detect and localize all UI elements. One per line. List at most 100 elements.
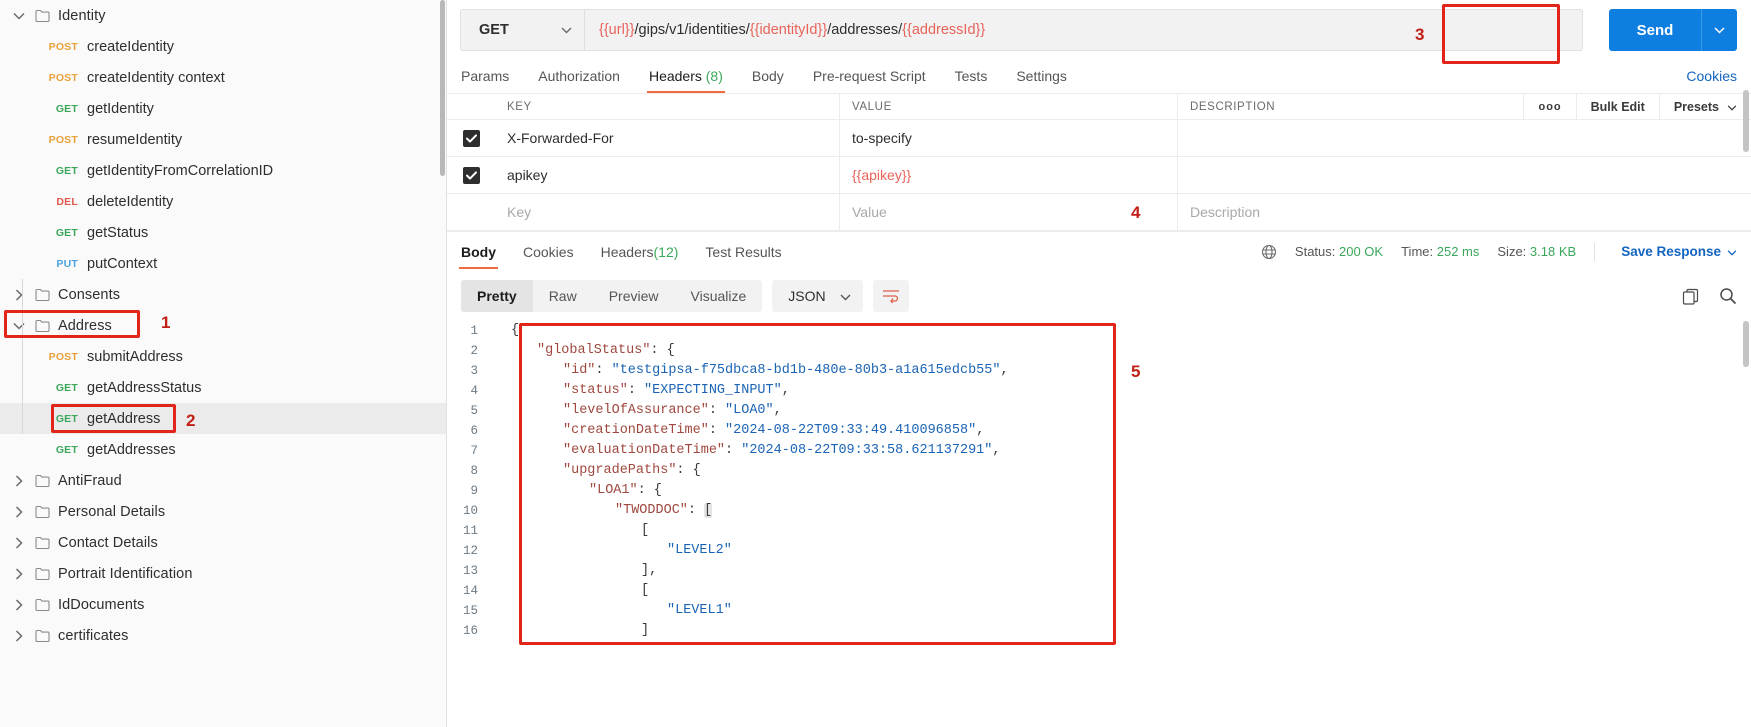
send-button[interactable]: Send — [1609, 9, 1701, 51]
response-tab-headers[interactable]: Headers (12) — [601, 232, 679, 271]
folder-label: IdDocuments — [58, 596, 145, 613]
format-selector[interactable]: JSON — [772, 280, 863, 312]
collection-sidebar[interactable]: Identity POST createIdentity POST createIden… — [0, 0, 447, 727]
json-line: 4 "status": "EXPECTING_INPUT", — [447, 381, 1751, 401]
sidebar-request-getaddresses[interactable]: GET getAddresses — [0, 434, 446, 465]
view-mode-raw[interactable]: Raw — [533, 280, 593, 312]
view-mode-preview[interactable]: Preview — [593, 280, 675, 312]
sidebar-folder-portrait-identification[interactable]: Portrait Identification — [0, 558, 446, 589]
sidebar-request-getaddressstatus[interactable]: GET getAddressStatus — [0, 372, 446, 403]
chevron-right-icon[interactable] — [8, 474, 30, 487]
chevron-right-icon[interactable] — [8, 288, 30, 301]
sidebar-request-submitaddress[interactable]: POST submitAddress — [0, 341, 446, 372]
sidebar-folder-antifraud[interactable]: AntiFraud — [0, 465, 446, 496]
sidebar-request-resumeidentity[interactable]: POST resumeIdentity — [0, 124, 446, 155]
json-punct: , — [976, 423, 985, 438]
request-method-badge: GET — [55, 381, 78, 394]
chevron-right-icon[interactable] — [8, 567, 30, 580]
response-tab-test-results[interactable]: Test Results — [705, 232, 781, 271]
bulk-edit-button[interactable]: Bulk Edit — [1575, 94, 1659, 119]
request-method-badge: PUT — [56, 257, 78, 270]
sidebar-request-getaddress[interactable]: GET getAddress — [0, 403, 446, 434]
json-key: "evaluationDateTime" — [563, 443, 726, 458]
view-mode-pretty[interactable]: Pretty — [461, 280, 533, 312]
chevron-right-icon[interactable] — [8, 598, 30, 611]
sidebar-folder-certificates[interactable]: certificates — [0, 620, 446, 651]
sidebar-scrollbar[interactable] — [440, 0, 445, 176]
sidebar-request-getstatus[interactable]: GET getStatus — [0, 217, 446, 248]
response-tab-body[interactable]: Body — [459, 232, 498, 271]
header-value-cell[interactable]: Value — [840, 194, 1178, 230]
json-line-content: "upgradePaths": { — [490, 461, 701, 481]
meta-divider — [1594, 242, 1596, 261]
header-enabled-checkbox[interactable] — [462, 166, 480, 184]
header-enabled-checkbox[interactable] — [462, 129, 480, 147]
response-tab-cookies[interactable]: Cookies — [523, 232, 574, 271]
line-number: 3 — [470, 364, 478, 378]
header-key-cell[interactable]: X-Forwarded-For — [495, 120, 840, 156]
sidebar-request-createidentity[interactable]: POST createIdentity — [0, 31, 446, 62]
save-response-button[interactable]: Save Response — [1621, 244, 1737, 259]
chevron-down-icon[interactable] — [8, 322, 30, 330]
json-key: "LOA1" — [589, 483, 638, 498]
sidebar-folder-contact-details[interactable]: Contact Details — [0, 527, 446, 558]
tab-settings[interactable]: Settings — [1016, 68, 1067, 93]
header-description-cell[interactable] — [1178, 120, 1751, 156]
json-punct: [ — [641, 583, 650, 598]
sidebar-folder-consents[interactable]: Consents — [0, 279, 446, 310]
line-number: 16 — [462, 624, 478, 638]
json-string: "LOA0" — [725, 403, 774, 418]
tab-pre-request-script[interactable]: Pre-request Script — [813, 68, 926, 93]
sidebar-request-getidentityfromcorrelationid[interactable]: GET getIdentityFromCorrelationID — [0, 155, 446, 186]
copy-icon[interactable] — [1682, 288, 1699, 305]
send-options-caret[interactable] — [1701, 9, 1737, 51]
more-options-icon[interactable]: ooo — [1523, 94, 1575, 119]
chevron-right-icon[interactable] — [8, 536, 30, 549]
header-value-text: to-specify — [852, 130, 912, 146]
request-label: putContext — [87, 255, 158, 272]
header-description-cell[interactable] — [1178, 157, 1751, 193]
chevron-right-icon[interactable] — [8, 629, 30, 642]
search-icon[interactable] — [1719, 287, 1737, 305]
json-punct: { — [511, 323, 520, 338]
chevron-right-icon[interactable] — [8, 505, 30, 518]
sidebar-folder-iddocuments[interactable]: IdDocuments — [0, 589, 446, 620]
view-mode-segmented: Pretty Raw Preview Visualize — [461, 280, 763, 312]
tab-tests[interactable]: Tests — [955, 68, 988, 93]
json-scrollbar[interactable] — [1743, 321, 1749, 367]
presets-button[interactable]: Presets — [1658, 94, 1751, 119]
collection-tree: Identity POST createIdentity POST createIden… — [0, 0, 446, 651]
header-key-cell[interactable]: Key — [495, 194, 840, 230]
request-label: getStatus — [87, 224, 149, 241]
sidebar-folder-personal-details[interactable]: Personal Details — [0, 496, 446, 527]
line-number: 8 — [470, 464, 478, 478]
tab-params[interactable]: Params — [461, 68, 509, 93]
body-toolbar-right — [1682, 287, 1737, 305]
request-label: deleteIdentity — [87, 193, 174, 210]
response-body-json[interactable]: 1{2 "globalStatus": {3 "id": "testgipsa-f7… — [447, 321, 1751, 727]
header-value-cell[interactable]: {{apikey}} — [840, 157, 1178, 193]
json-string: "2024-08-22T09:33:49.410096858" — [725, 423, 977, 438]
wrap-lines-icon[interactable] — [872, 280, 909, 312]
json-line-content: "LOA1": { — [490, 481, 662, 501]
tab-headers[interactable]: Headers (8) — [646, 68, 725, 93]
sidebar-folder-address[interactable]: Address — [0, 310, 446, 341]
response-tab-label: Test Results — [705, 243, 782, 260]
tab-authorization[interactable]: Authorization — [538, 68, 620, 93]
header-value-cell[interactable]: to-specify — [840, 120, 1178, 156]
sidebar-request-deleteidentity[interactable]: DEL deleteIdentity — [0, 186, 446, 217]
sidebar-request-createidentity-context[interactable]: POST createIdentity context — [0, 62, 446, 93]
cookies-link[interactable]: Cookies — [1686, 68, 1737, 93]
tab-body[interactable]: Body — [752, 68, 784, 93]
sidebar-folder-identity[interactable]: Identity — [0, 0, 446, 31]
chevron-down-icon[interactable] — [8, 12, 30, 20]
method-selector[interactable]: GET — [460, 9, 584, 51]
sidebar-request-getidentity[interactable]: GET getIdentity — [0, 93, 446, 124]
header-key-cell[interactable]: apikey — [495, 157, 840, 193]
request-method-badge: POST — [48, 350, 78, 363]
url-input[interactable]: {{url}}/gips/v1/identities/{{identityId}… — [584, 9, 1583, 51]
headers-scrollbar[interactable] — [1743, 90, 1749, 152]
header-description-cell[interactable]: Description — [1178, 194, 1751, 230]
view-mode-visualize[interactable]: Visualize — [675, 280, 763, 312]
sidebar-request-putcontext[interactable]: PUT putContext — [0, 248, 446, 279]
